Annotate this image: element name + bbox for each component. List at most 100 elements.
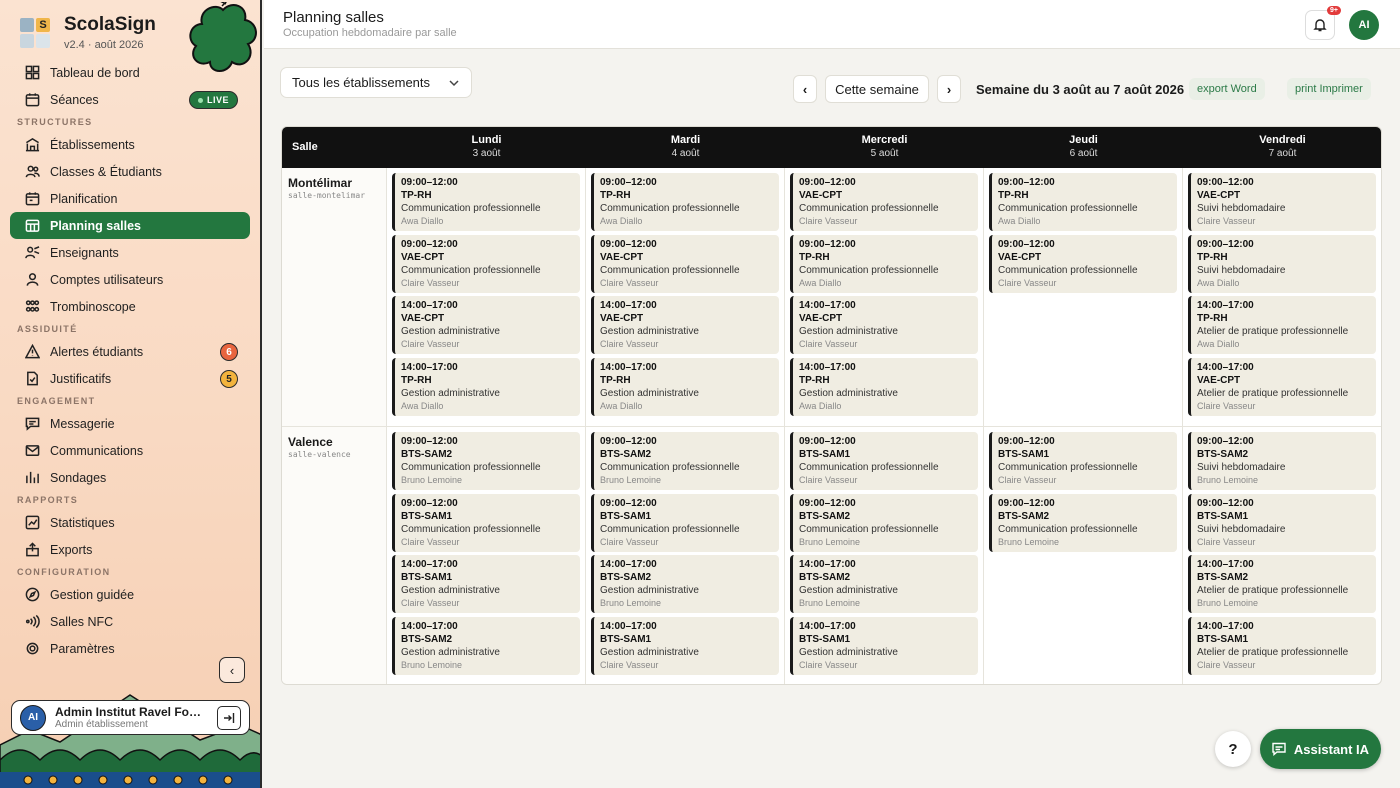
sidebar-item-justificatifs[interactable]: Justificatifs 5 <box>10 365 250 392</box>
session-card[interactable]: 09:00–12:00 BTS-SAM1 Communication profess… <box>989 432 1177 490</box>
sidebar-item-etablissements[interactable]: Établissements <box>10 131 250 158</box>
session-card[interactable]: 09:00–12:00 BTS-SAM2 Suivi hebdomadaire Bru… <box>1188 432 1376 490</box>
session-card[interactable]: 14:00–17:00 VAE-CPT Gestion administrative… <box>392 296 580 355</box>
session-card[interactable]: 14:00–17:00 VAE-CPT Gestion administrative… <box>591 296 779 355</box>
session-card[interactable]: 14:00–17:00 BTS-SAM2 Gestion administrativ… <box>392 617 580 676</box>
session-card[interactable]: 14:00–17:00 TP-RH Gestion administrative Aw… <box>392 358 580 417</box>
session-card[interactable]: 14:00–17:00 BTS-SAM1 Gestion administrativ… <box>392 555 580 614</box>
export-word-button[interactable]: export Word <box>1189 78 1265 100</box>
sidebar-item-label: Comptes utilisateurs <box>50 272 164 287</box>
session-card[interactable]: 09:00–12:00 VAE-CPT Communication professi… <box>790 173 978 231</box>
session-card[interactable]: 14:00–17:00 VAE-CPT Gestion administrative… <box>790 296 978 355</box>
session-card[interactable]: 09:00–12:00 BTS-SAM2 Communication profess… <box>989 493 1177 552</box>
session-subject: Communication professionnelle <box>600 264 740 276</box>
session-teacher: Claire Vasseur <box>401 339 460 350</box>
message-icon <box>24 416 40 432</box>
session-card[interactable]: 09:00–12:00 VAE-CPT Communication professi… <box>989 234 1177 293</box>
print-button[interactable]: print Imprimer <box>1287 78 1371 100</box>
session-card[interactable]: 09:00–12:00 VAE-CPT Communication professi… <box>591 234 779 293</box>
session-teacher: Claire Vasseur <box>1197 536 1256 547</box>
session-card[interactable]: 14:00–17:00 TP-RH Gestion administrative Aw… <box>790 358 978 417</box>
session-subject: Suivi hebdomadaire <box>1197 264 1286 276</box>
room-label: Montélimar salle-montelimar <box>282 168 387 427</box>
session-card[interactable]: 09:00–12:00 VAE-CPT Suivi hebdomadaire Clai… <box>1188 173 1376 231</box>
session-time: 09:00–12:00 <box>600 238 657 250</box>
session-class: VAE-CPT <box>799 313 843 325</box>
session-card[interactable]: 09:00–12:00 TP-RH Communication profession… <box>392 173 580 231</box>
sidebar-item-planification[interactable]: Planification <box>10 185 250 212</box>
session-card[interactable]: 09:00–12:00 BTS-SAM1 Communication profess… <box>591 493 779 552</box>
sidebar-item-sondages[interactable]: Sondages <box>10 464 250 491</box>
session-subject: Communication professionnelle <box>600 203 740 214</box>
notifications-button[interactable]: 9+ <box>1305 6 1341 40</box>
session-card[interactable]: 14:00–17:00 BTS-SAM2 Atelier de pratique p… <box>1188 555 1376 614</box>
day-cell: 09:00–12:00 BTS-SAM2 Suivi hebdomadaire Bru… <box>1183 427 1381 684</box>
sidebar-item-exports[interactable]: Exports <box>10 536 250 563</box>
etablissement-select[interactable]: Tous les établissements <box>280 67 472 98</box>
session-card[interactable]: 09:00–12:00 TP-RH Suivi hebdomadaire Awa Di… <box>1188 234 1376 293</box>
session-card[interactable]: 09:00–12:00 BTS-SAM2 Communication profess… <box>591 432 779 490</box>
this-week-button[interactable]: Cette semaine <box>825 75 929 103</box>
session-subject: Gestion administrative <box>401 585 500 597</box>
session-class: TP-RH <box>600 190 631 201</box>
justificatifs-count-badge: 5 <box>220 370 238 388</box>
session-class: VAE-CPT <box>401 251 445 263</box>
help-button[interactable]: ? <box>1215 731 1251 767</box>
day-cell: 09:00–12:00 TP-RH Communication profession… <box>387 168 586 427</box>
collapse-sidebar-button[interactable]: ‹ <box>219 657 245 683</box>
sidebar-item-parametres[interactable]: Paramètres <box>10 635 250 662</box>
avatar[interactable]: AI <box>1349 10 1379 40</box>
session-subject: Atelier de pratique professionnelle <box>1197 388 1349 400</box>
sidebar-item-label: Justificatifs <box>50 371 112 386</box>
session-card[interactable]: 14:00–17:00 BTS-SAM2 Gestion administrativ… <box>591 555 779 614</box>
session-class: TP-RH <box>1197 313 1228 325</box>
sidebar-item-classes-etudiants[interactable]: Classes & Étudiants <box>10 158 250 185</box>
session-card[interactable]: 09:00–12:00 BTS-SAM1 Communication profess… <box>392 493 580 552</box>
sidebar-item-seances[interactable]: Séances LIVE <box>10 86 250 113</box>
export-icon <box>24 542 40 558</box>
sidebar-item-tableau-de-bord[interactable]: Tableau de bord <box>10 59 250 86</box>
sidebar-item-statistiques[interactable]: Statistiques <box>10 509 250 536</box>
sidebar-item-messagerie[interactable]: Messagerie <box>10 410 250 437</box>
session-card[interactable]: 09:00–12:00 BTS-SAM1 Suivi hebdomadaire Cla… <box>1188 493 1376 552</box>
session-card[interactable]: 09:00–12:00 VAE-CPT Communication professi… <box>392 234 580 293</box>
session-teacher: Claire Vasseur <box>600 660 659 671</box>
session-card[interactable]: 14:00–17:00 TP-RH Atelier de pratique prof… <box>1188 296 1376 355</box>
logout-button[interactable] <box>217 706 241 730</box>
session-card[interactable]: 09:00–12:00 TP-RH Communication profession… <box>591 173 779 231</box>
session-teacher: Awa Diallo <box>799 277 842 288</box>
assistant-ia-button[interactable]: Assistant IA <box>1260 729 1381 769</box>
session-subject: Communication professionnelle <box>600 523 740 535</box>
session-teacher: Claire Vasseur <box>998 475 1057 485</box>
session-card[interactable]: 09:00–12:00 BTS-SAM2 Communication profess… <box>790 493 978 552</box>
session-time: 14:00–17:00 <box>401 559 458 571</box>
session-subject: Suivi hebdomadaire <box>1197 523 1286 535</box>
sidebar-item-gestion-guidee[interactable]: Gestion guidée <box>10 581 250 608</box>
sidebar-item-enseignants[interactable]: Enseignants <box>10 239 250 266</box>
brand[interactable]: S ScolaSign v2.4 · août 2026 <box>20 14 156 51</box>
session-card[interactable]: 14:00–17:00 TP-RH Gestion administrative Aw… <box>591 358 779 417</box>
sidebar-item-planning-salles[interactable]: Planning salles <box>10 212 250 239</box>
session-card[interactable]: 14:00–17:00 VAE-CPT Atelier de pratique pr… <box>1188 358 1376 417</box>
app-version: v2.4 · août 2026 <box>64 39 144 51</box>
sidebar-item-communications[interactable]: Communications <box>10 437 250 464</box>
session-card[interactable]: 09:00–12:00 BTS-SAM2 Communication profess… <box>392 432 580 490</box>
user-card[interactable]: AI Admin Institut Ravel Formation Admin … <box>11 700 250 735</box>
session-class: BTS-SAM1 <box>799 449 851 460</box>
sidebar-item-comptes-utilisateurs[interactable]: Comptes utilisateurs <box>10 266 250 293</box>
session-card[interactable]: 09:00–12:00 BTS-SAM1 Communication profess… <box>790 432 978 490</box>
sidebar-item-alertes-etudiants[interactable]: Alertes étudiants 6 <box>10 338 250 365</box>
sidebar-item-salles-nfc[interactable]: Salles NFC <box>10 608 250 635</box>
sidebar-item-trombinoscope[interactable]: Trombinoscope <box>10 293 250 320</box>
session-card[interactable]: 09:00–12:00 TP-RH Communication profession… <box>989 173 1177 231</box>
previous-week-button[interactable]: ‹ <box>793 75 817 103</box>
session-card[interactable]: 14:00–17:00 BTS-SAM2 Gestion administrativ… <box>790 555 978 614</box>
session-teacher: Awa Diallo <box>1197 277 1240 288</box>
session-class: BTS-SAM1 <box>1197 634 1249 646</box>
session-card[interactable]: 09:00–12:00 TP-RH Communication profession… <box>790 234 978 293</box>
session-card[interactable]: 14:00–17:00 BTS-SAM1 Atelier de pratique p… <box>1188 617 1376 676</box>
session-card[interactable]: 14:00–17:00 BTS-SAM1 Gestion administrativ… <box>591 617 779 676</box>
session-card[interactable]: 14:00–17:00 BTS-SAM1 Gestion administrativ… <box>790 617 978 676</box>
user-name: Admin Institut Ravel Formation <box>55 705 205 719</box>
next-week-button[interactable]: › <box>937 75 961 103</box>
